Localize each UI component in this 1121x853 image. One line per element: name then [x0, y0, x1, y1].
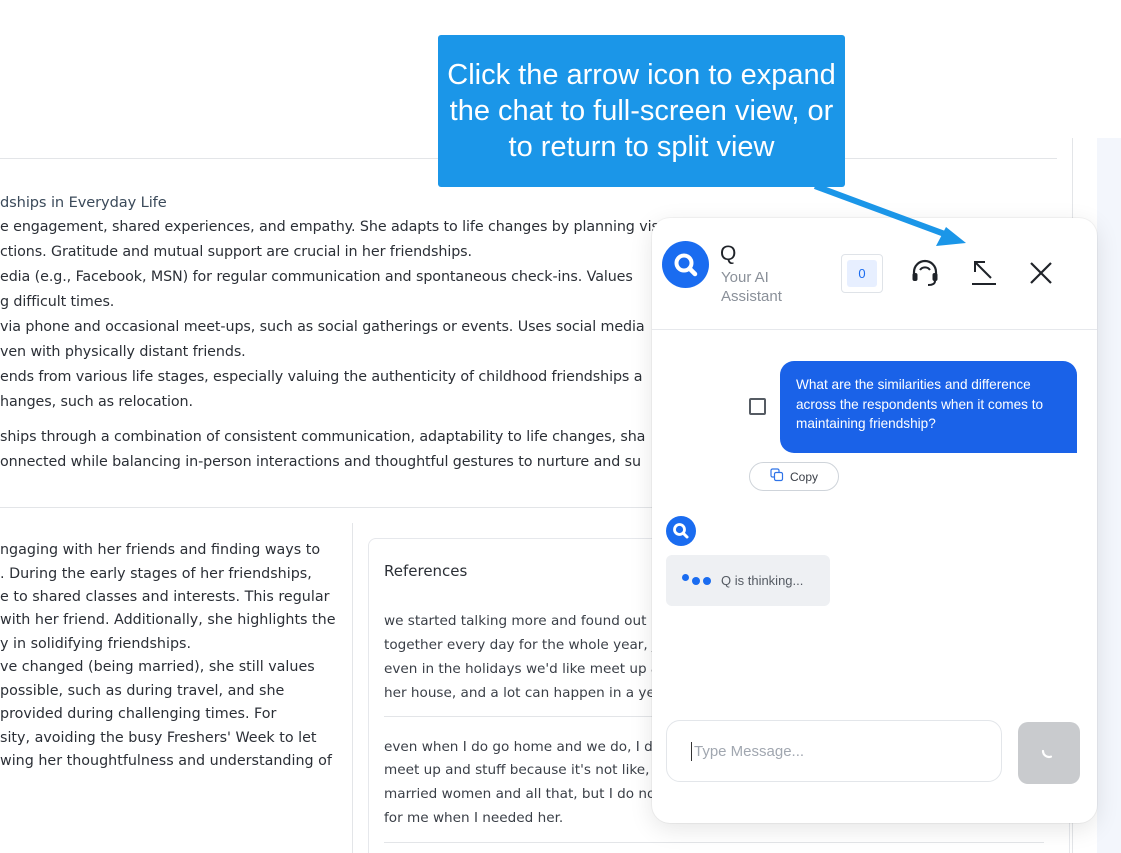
thinking-text: Q is thinking... — [721, 573, 804, 588]
reference-separator — [384, 842, 1044, 843]
typing-dots-icon — [682, 574, 711, 585]
reference-quote-line: her house, and a lot can happen in a yea — [384, 685, 664, 701]
ai-chat-panel: Q Your AI Assistant 0 What are the simil… — [652, 218, 1097, 823]
close-icon[interactable] — [1024, 256, 1058, 290]
section-heading: dships in Everyday Life — [0, 194, 167, 211]
doc-text-line: g difficult times. — [0, 294, 115, 310]
analysis-text-line: e to shared classes and interests. This … — [0, 589, 330, 605]
assistant-name: Q — [720, 242, 737, 265]
reference-quote-line: for me when I needed her. — [384, 810, 564, 826]
analysis-text-line: wing her thoughtfulness and understandin… — [0, 753, 332, 769]
message-input[interactable] — [691, 741, 977, 761]
chat-header: Q Your AI Assistant 0 — [652, 218, 1097, 330]
doc-text-line: hanges, such as relocation. — [0, 394, 193, 410]
assistant-subtitle: Your AI Assistant — [721, 269, 782, 305]
column-divider — [352, 523, 353, 853]
expand-arrow-icon[interactable] — [967, 256, 1001, 290]
analysis-text-line: ngaging with her friends and finding way… — [0, 542, 321, 558]
analysis-text-line: sity, avoiding the busy Freshers' Week t… — [0, 730, 317, 746]
analysis-text-line: ve changed (being married), she still va… — [0, 659, 315, 675]
counter-value: 0 — [847, 260, 877, 287]
reference-quote-line: even in the holidays we'd like meet up a — [384, 661, 660, 677]
user-message-bubble: What are the similarities and difference… — [780, 361, 1077, 453]
analysis-text-line: possible, such as during travel, and she — [0, 683, 285, 699]
analysis-text-line: with her friend. Additionally, she highl… — [0, 612, 336, 628]
right-gutter — [1097, 138, 1121, 853]
reference-quote-line: meet up and stuff because it's not like, — [384, 762, 650, 778]
doc-text-line: ven with physically distant friends. — [0, 344, 246, 360]
doc-text-line: edia (e.g., Facebook, MSN) for regular c… — [0, 269, 633, 285]
doc-text-line: onnected while balancing in-person inter… — [0, 454, 641, 470]
doc-text-line: ships through a combination of consisten… — [0, 429, 646, 445]
references-title: References — [384, 562, 468, 580]
reference-quote-line: married women and all that, but I do no — [384, 786, 656, 802]
analysis-text-line: provided during challenging times. For — [0, 706, 277, 722]
reference-quote-line: even when I do go home and we do, I do — [384, 739, 662, 755]
reference-quote-line: together every day for the whole year, j — [384, 637, 656, 653]
analysis-text-line: y in solidifying friendships. — [0, 636, 192, 652]
message-select-checkbox[interactable] — [749, 398, 766, 415]
message-counter[interactable]: 0 — [841, 254, 883, 293]
reference-quote-line: we started talking more and found out — [384, 613, 647, 629]
doc-text-line: ctions. Gratitude and mutual support are… — [0, 244, 472, 260]
doc-text-line: ends from various life stages, especiall… — [0, 369, 643, 385]
callout-text: Click the arrow icon to expand the chat … — [447, 59, 836, 163]
tutorial-callout: Click the arrow icon to expand the chat … — [438, 35, 845, 187]
copy-button[interactable]: Copy — [749, 462, 839, 491]
doc-text-line: via phone and occasional meet-ups, such … — [0, 319, 645, 335]
copy-label: Copy — [789, 469, 818, 484]
message-input-box[interactable] — [666, 720, 1002, 782]
search-icon — [666, 516, 696, 546]
loading-spinner-icon — [1038, 740, 1060, 767]
thinking-indicator: Q is thinking... — [666, 555, 830, 606]
search-icon — [662, 241, 709, 288]
send-button[interactable] — [1018, 722, 1080, 784]
headset-icon[interactable] — [908, 256, 942, 290]
analysis-text-line: . During the early stages of her friends… — [0, 566, 312, 582]
doc-text-line: e engagement, shared experiences, and em… — [0, 219, 659, 235]
copy-icon — [770, 468, 784, 485]
